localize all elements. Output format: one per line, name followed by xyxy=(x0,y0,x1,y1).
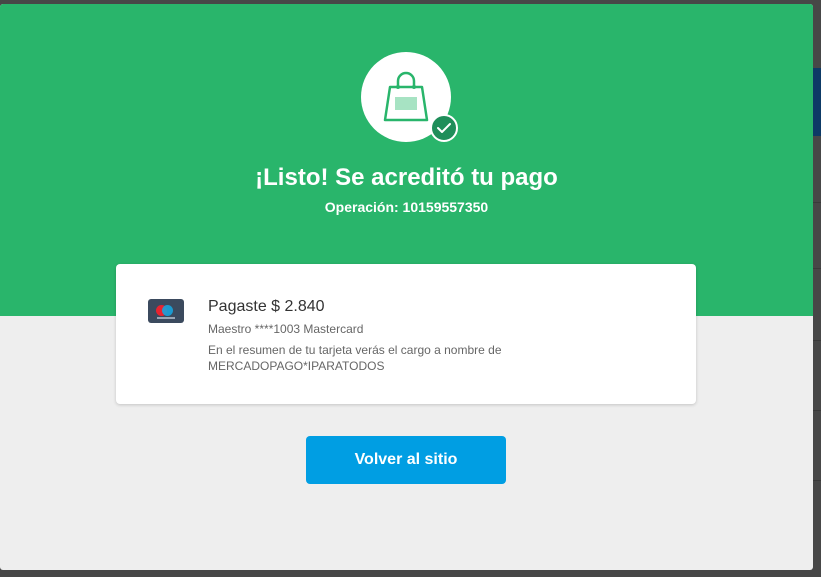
card-description: Maestro ****1003 Mastercard xyxy=(208,322,364,336)
payment-summary-card: Pagaste $ 2.840 Maestro ****1003 Masterc… xyxy=(116,264,696,404)
back-to-site-button[interactable]: Volver al sitio xyxy=(306,436,506,484)
paid-amount: Pagaste $ 2.840 xyxy=(208,298,325,315)
operation-number: Operación: 10159557350 xyxy=(324,199,489,215)
check-icon xyxy=(430,114,458,142)
maestro-card-icon xyxy=(148,299,184,323)
statement-note: En el resumen de tu tarjeta verás el car… xyxy=(208,343,502,373)
success-title: ¡Listo! Se acreditó tu pago xyxy=(255,164,558,191)
payment-success-modal: ¡Listo! Se acreditó tu pago Operación: 1… xyxy=(0,4,813,570)
